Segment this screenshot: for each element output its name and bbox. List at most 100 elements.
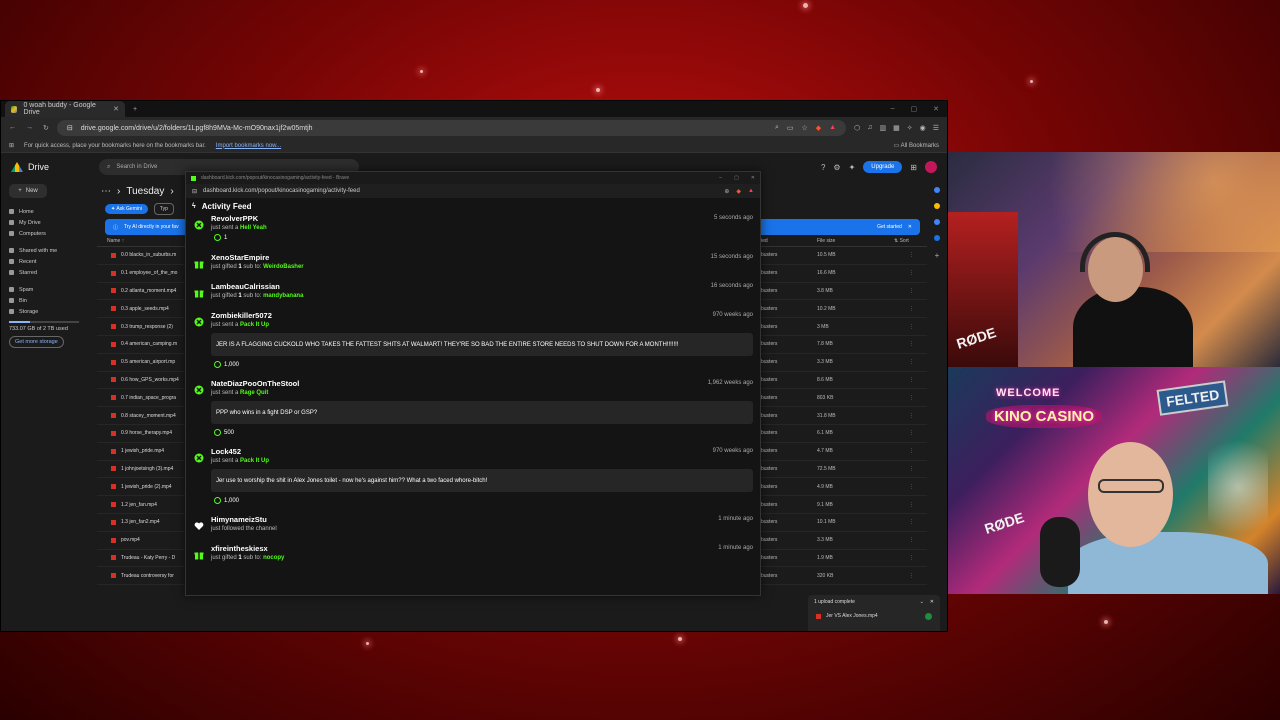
more-options-icon[interactable]: ⋮: [909, 288, 914, 294]
more-options-icon[interactable]: ⋮: [909, 448, 914, 454]
more-options-icon[interactable]: ⋮: [909, 573, 914, 579]
profile-icon[interactable]: ◉: [920, 124, 926, 132]
menu-icon[interactable]: ☰: [933, 124, 939, 132]
sidebar-item-bin[interactable]: Bin: [9, 295, 97, 306]
apps-grid-icon[interactable]: ⊞: [910, 163, 917, 172]
search-icon[interactable]: ⌕: [775, 124, 779, 132]
close-icon[interactable]: ✕: [113, 105, 119, 113]
browser-tab[interactable]: 0 woah buddy - Google Drive ✕: [5, 101, 125, 117]
import-bookmarks-link[interactable]: Import bookmarks now...: [216, 143, 281, 149]
keep-icon[interactable]: [934, 203, 940, 209]
more-options-icon[interactable]: ⋮: [909, 377, 914, 383]
brave-shield-icon[interactable]: ◆: [816, 124, 821, 132]
more-options-icon[interactable]: ⋮: [909, 430, 914, 436]
forward-icon[interactable]: →: [26, 124, 33, 132]
activity-highlight[interactable]: Hell Yeah: [240, 225, 267, 231]
sidebar-item-computers[interactable]: Computers: [9, 228, 97, 239]
upload-item[interactable]: Jer VS Alex Jones.mp4: [808, 609, 940, 623]
more-options-icon[interactable]: ⋮: [909, 502, 914, 508]
site-info-icon[interactable]: ⊟: [192, 188, 197, 195]
more-options-icon[interactable]: ⋮: [909, 537, 914, 543]
size-column-header[interactable]: File size: [817, 238, 835, 244]
calendar-icon[interactable]: [934, 187, 940, 193]
activity-highlight[interactable]: mandybanana: [263, 293, 303, 299]
address-bar[interactable]: ⊟ drive.google.com/drive/u/2/folders/1Lp…: [56, 120, 847, 136]
more-options-icon[interactable]: ⋮: [909, 252, 914, 258]
activity-username[interactable]: LambeauCalrissian: [211, 282, 280, 291]
get-more-storage-button[interactable]: Get more storage: [9, 336, 64, 348]
cast-icon[interactable]: ▭: [787, 124, 794, 132]
name-column-header[interactable]: Name ↑: [107, 238, 124, 244]
star-icon[interactable]: ☆: [802, 124, 808, 132]
sidebar-item-storage[interactable]: Storage: [9, 306, 97, 317]
close-window-icon[interactable]: ✕: [751, 175, 755, 181]
brave-rewards-icon[interactable]: ▲: [829, 124, 836, 132]
apps-icon[interactable]: ⊞: [9, 142, 14, 149]
close-icon[interactable]: ✕: [908, 224, 912, 230]
activity-username[interactable]: xfireintheskiesx: [211, 544, 268, 553]
close-window-icon[interactable]: ✕: [933, 105, 939, 113]
gemini-icon[interactable]: ✦: [849, 163, 856, 172]
minimize-icon[interactable]: –: [719, 175, 722, 181]
puzzle-icon[interactable]: ✧: [907, 124, 913, 132]
activity-highlight[interactable]: Pack It Up: [240, 458, 269, 464]
type-filter-chip[interactable]: Typ: [153, 203, 174, 215]
sidebar-item-my-drive[interactable]: My Drive: [9, 217, 97, 228]
maximize-icon[interactable]: ▢: [734, 175, 739, 181]
activity-username[interactable]: XenoStarEmpire: [211, 253, 269, 262]
more-options-icon[interactable]: ⋮: [909, 341, 914, 347]
reload-icon[interactable]: ↻: [43, 124, 49, 132]
activity-username[interactable]: Zombiekiller5072: [211, 311, 272, 320]
maximize-icon[interactable]: ▢: [911, 105, 918, 113]
more-options-icon[interactable]: ⋮: [909, 555, 914, 561]
activity-username[interactable]: RevolverPPK: [211, 214, 258, 223]
tasks-icon[interactable]: [934, 219, 940, 225]
downloads-icon[interactable]: ▦: [893, 124, 900, 132]
minimize-icon[interactable]: –: [891, 105, 895, 113]
more-options-icon[interactable]: ⋮: [909, 270, 914, 276]
more-options-icon[interactable]: ⋮: [909, 519, 914, 525]
zoom-icon[interactable]: ⊕: [724, 188, 729, 195]
sidebar-item-recent[interactable]: Recent: [9, 256, 97, 267]
more-options-icon[interactable]: ⋮: [909, 306, 914, 312]
sidebar-item-starred[interactable]: Starred: [9, 267, 97, 278]
activity-highlight[interactable]: nocopy: [263, 555, 284, 561]
brave-rewards-icon[interactable]: ▲: [748, 188, 754, 195]
chevron-down-icon[interactable]: ⌄: [920, 599, 924, 605]
settings-icon[interactable]: ⚙: [833, 163, 840, 172]
more-options-icon[interactable]: ⋮: [909, 466, 914, 472]
site-info-icon[interactable]: ⊟: [67, 124, 73, 132]
extension-icon[interactable]: ⬡: [854, 124, 860, 132]
ask-gemini-button[interactable]: ✦ Ask Gemini: [105, 204, 148, 214]
close-icon[interactable]: ✕: [930, 599, 934, 605]
sidebar-item-home[interactable]: Home: [9, 206, 97, 217]
more-options-icon[interactable]: ⋮: [909, 359, 914, 365]
drive-logo[interactable]: Drive: [11, 162, 91, 172]
music-icon[interactable]: ♫: [867, 124, 872, 132]
more-options-icon[interactable]: ⋮: [909, 395, 914, 401]
sidebar-icon[interactable]: ▥: [879, 124, 886, 132]
breadcrumb-folder[interactable]: Tuesday: [126, 186, 164, 197]
activity-username[interactable]: Lock452: [211, 447, 241, 456]
avatar[interactable]: [925, 161, 937, 173]
more-options-icon[interactable]: ⋮: [909, 324, 914, 330]
back-icon[interactable]: ←: [9, 124, 16, 132]
activity-highlight[interactable]: Pack It Up: [240, 322, 269, 328]
get-started-button[interactable]: Get started: [877, 224, 902, 230]
brave-shield-icon[interactable]: ◆: [736, 188, 741, 195]
activity-highlight[interactable]: WeirdoBasher: [263, 264, 304, 270]
sidebar-item-shared[interactable]: Shared with me: [9, 245, 97, 256]
new-button[interactable]: + New: [9, 184, 47, 198]
popout-url[interactable]: dashboard.kick.com/popout/kinocasinogami…: [203, 188, 360, 194]
activity-username[interactable]: HimynameizStu: [211, 515, 267, 524]
activity-username[interactable]: NateDiazPooOnTheStool: [211, 379, 299, 388]
upgrade-button[interactable]: Upgrade: [863, 161, 903, 173]
activity-highlight[interactable]: Rage Quit: [240, 390, 268, 396]
more-icon[interactable]: ⋯: [101, 186, 111, 197]
contacts-icon[interactable]: [934, 235, 940, 241]
help-icon[interactable]: ?: [821, 163, 825, 172]
all-bookmarks-button[interactable]: ▭ All Bookmarks: [894, 142, 939, 149]
new-tab-icon[interactable]: +: [133, 106, 137, 113]
more-options-icon[interactable]: ⋮: [909, 484, 914, 490]
sidebar-item-spam[interactable]: Spam: [9, 284, 97, 295]
